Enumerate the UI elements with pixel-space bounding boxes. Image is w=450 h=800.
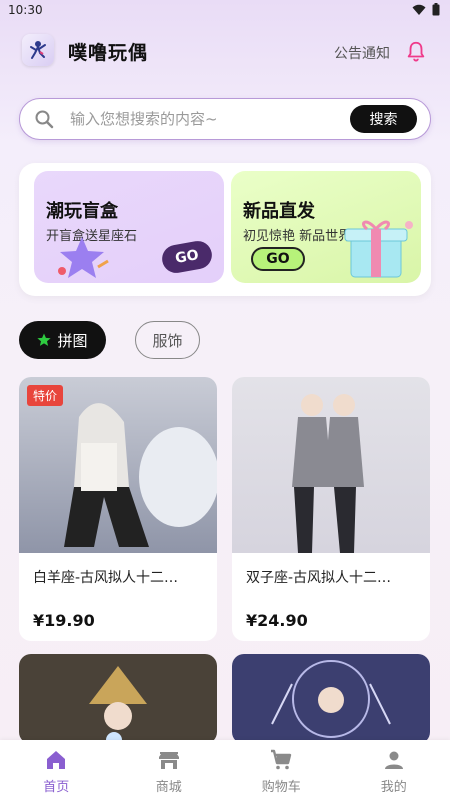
status-icons	[412, 3, 440, 16]
promo-new-arrival[interactable]: 新品直发 初见惊艳 新品世界 GO	[231, 171, 421, 283]
nav-item-shop[interactable]: 商城	[113, 740, 226, 800]
promo-title: 新品直发	[243, 201, 315, 222]
nav-label: 购物车	[261, 780, 301, 795]
product-card[interactable]	[19, 654, 217, 744]
search-bar: 搜索	[19, 98, 431, 140]
shop-icon	[158, 752, 179, 769]
cart-icon	[271, 749, 292, 770]
search-button[interactable]: 搜索	[350, 105, 417, 133]
logo-figure-icon	[30, 41, 46, 59]
notice-link[interactable]: 公告通知	[334, 43, 390, 63]
product-price: ¥24.90	[246, 611, 308, 630]
app-logo	[22, 34, 54, 66]
product-name: 双子座-古风拟人十二…	[246, 570, 392, 586]
tab-label: 拼图	[57, 331, 88, 350]
go-button[interactable]: GO	[251, 247, 305, 271]
nav-label: 商城	[155, 780, 182, 795]
nav-item-home[interactable]: 首页	[0, 740, 113, 800]
search-input[interactable]	[70, 107, 350, 131]
product-card[interactable]: 双子座-古风拟人十二… ¥24.90	[232, 377, 430, 641]
app-title: 噗噜玩偶	[68, 42, 149, 64]
go-button[interactable]: GO	[159, 238, 215, 276]
search-icon	[35, 110, 54, 129]
category-tabs: 拼图 服饰	[19, 321, 431, 359]
nav-item-cart[interactable]: 购物车	[225, 740, 338, 800]
header: 噗噜玩偶 公告通知	[0, 28, 450, 74]
bell-icon[interactable]	[405, 40, 427, 62]
nav-label: 首页	[43, 780, 70, 795]
status-bar: 10:30	[0, 0, 450, 22]
gift-box-icon	[344, 220, 413, 278]
product-image	[232, 377, 430, 553]
nav-label: 我的	[380, 780, 407, 795]
product-image	[19, 654, 217, 744]
star-icon	[37, 333, 52, 346]
product-image	[232, 654, 430, 744]
user-icon	[384, 751, 403, 769]
promo-panel: 潮玩盲盒 开盲盒送星座石 GO 新品直发 初见惊艳 新品世界 GO	[19, 163, 431, 296]
bottom-nav: 首页 商城 购物车 我的	[0, 740, 450, 800]
tab-puzzle[interactable]: 拼图	[19, 321, 106, 359]
star-decoration-icon	[58, 237, 109, 278]
tab-label: 服饰	[152, 331, 183, 350]
status-time: 10:30	[8, 3, 43, 17]
product-card[interactable]: 特价 白羊座-古风拟人十二… ¥19.90	[19, 377, 217, 641]
battery-icon	[432, 3, 440, 16]
promo-title: 潮玩盲盒	[46, 201, 118, 222]
product-price: ¥19.90	[33, 611, 95, 630]
promo-blind-box[interactable]: 潮玩盲盒 开盲盒送星座石 GO	[34, 171, 224, 283]
nav-item-profile[interactable]: 我的	[338, 740, 450, 800]
sale-badge: 特价	[27, 385, 64, 406]
tab-clothing[interactable]: 服饰	[135, 321, 200, 359]
product-card[interactable]	[232, 654, 430, 744]
product-name: 白羊座-古风拟人十二…	[33, 570, 179, 586]
home-icon	[47, 751, 66, 769]
wifi-icon	[412, 4, 426, 15]
